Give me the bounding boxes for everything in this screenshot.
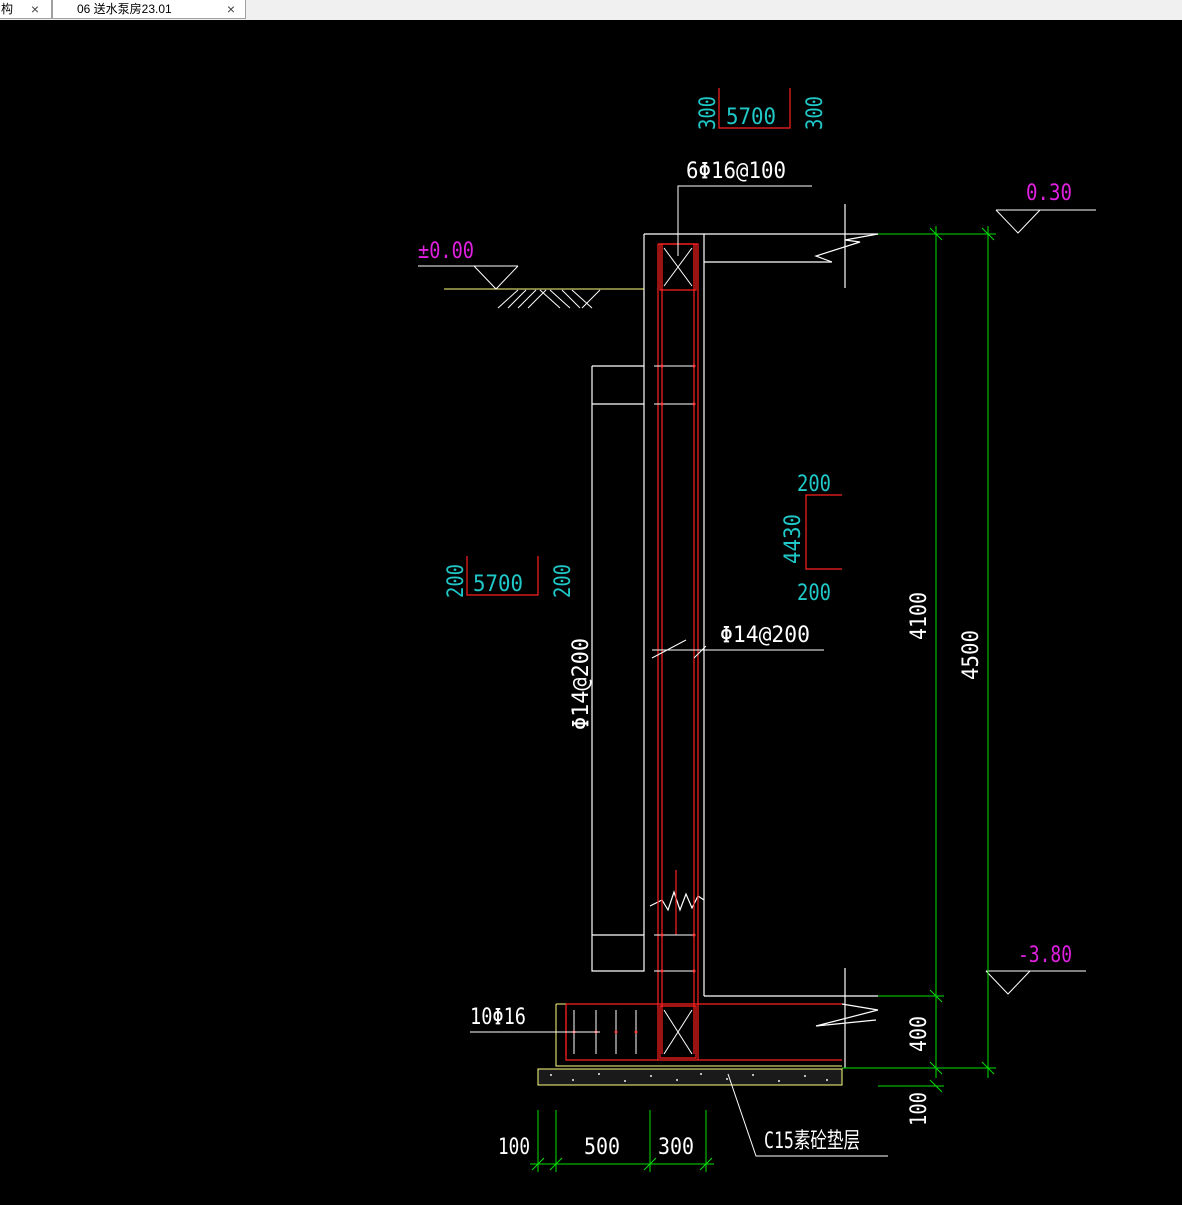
blinding-layer [537, 1068, 843, 1086]
rebar-label-outer-wall: Φ14@200 [569, 638, 594, 730]
bar-shape-top-left: 300 [696, 96, 721, 130]
rebar-label-top: 6Φ16@100 [686, 159, 786, 184]
bar-shape-top-middle: 5700 [726, 105, 776, 130]
elevation-bottom-label: -3.80 [1018, 943, 1072, 968]
tab-active-drawing[interactable]: 06 送水泵房23.01 × [52, 0, 246, 19]
bar-shape-top-right: 300 [803, 96, 828, 130]
bar-shape-mid-right: 200 [551, 564, 576, 598]
dim-total-height: 4500 [959, 630, 984, 680]
rebar-label-footing: 10Φ16 [470, 1005, 526, 1030]
bar-shape-stirrup-top: 200 [797, 472, 831, 497]
elevation-ground-label: ±0.00 [418, 239, 474, 264]
blinding-layer-label: C15素砼垫层 [764, 1129, 860, 1154]
tab-previous[interactable]: 构 × [0, 0, 52, 19]
bar-shape-stirrup-side: 4430 [781, 514, 806, 564]
rebar-label-inner-wall: Φ14@200 [720, 623, 810, 648]
close-icon[interactable]: × [27, 0, 43, 18]
dim-footing-thickness: 400 [907, 1016, 932, 1052]
elevation-top-label: 0.30 [1026, 181, 1072, 206]
dim-blinding-thickness: 100 [907, 1092, 932, 1126]
dim-base-right: 300 [658, 1135, 694, 1160]
bar-shape-mid-middle: 5700 [473, 572, 523, 597]
dim-base-left: 100 [498, 1135, 530, 1160]
tab-label: 构 [1, 2, 14, 16]
cad-drawing-canvas[interactable]: ±0.00 0.30 -3.80 5700 300 300 5700 200 2… [0, 20, 1182, 1205]
dim-base-mid: 500 [584, 1135, 620, 1160]
canvas-background [0, 20, 1182, 1205]
tab-label: 06 送水泵房23.01 [77, 2, 172, 16]
dim-wall-height: 4100 [907, 592, 932, 640]
tab-bar: 构 × 06 送水泵房23.01 × [0, 0, 1182, 21]
close-icon[interactable]: × [223, 0, 239, 18]
bar-shape-stirrup-bottom: 200 [797, 581, 831, 606]
bar-shape-mid-left: 200 [444, 564, 469, 598]
